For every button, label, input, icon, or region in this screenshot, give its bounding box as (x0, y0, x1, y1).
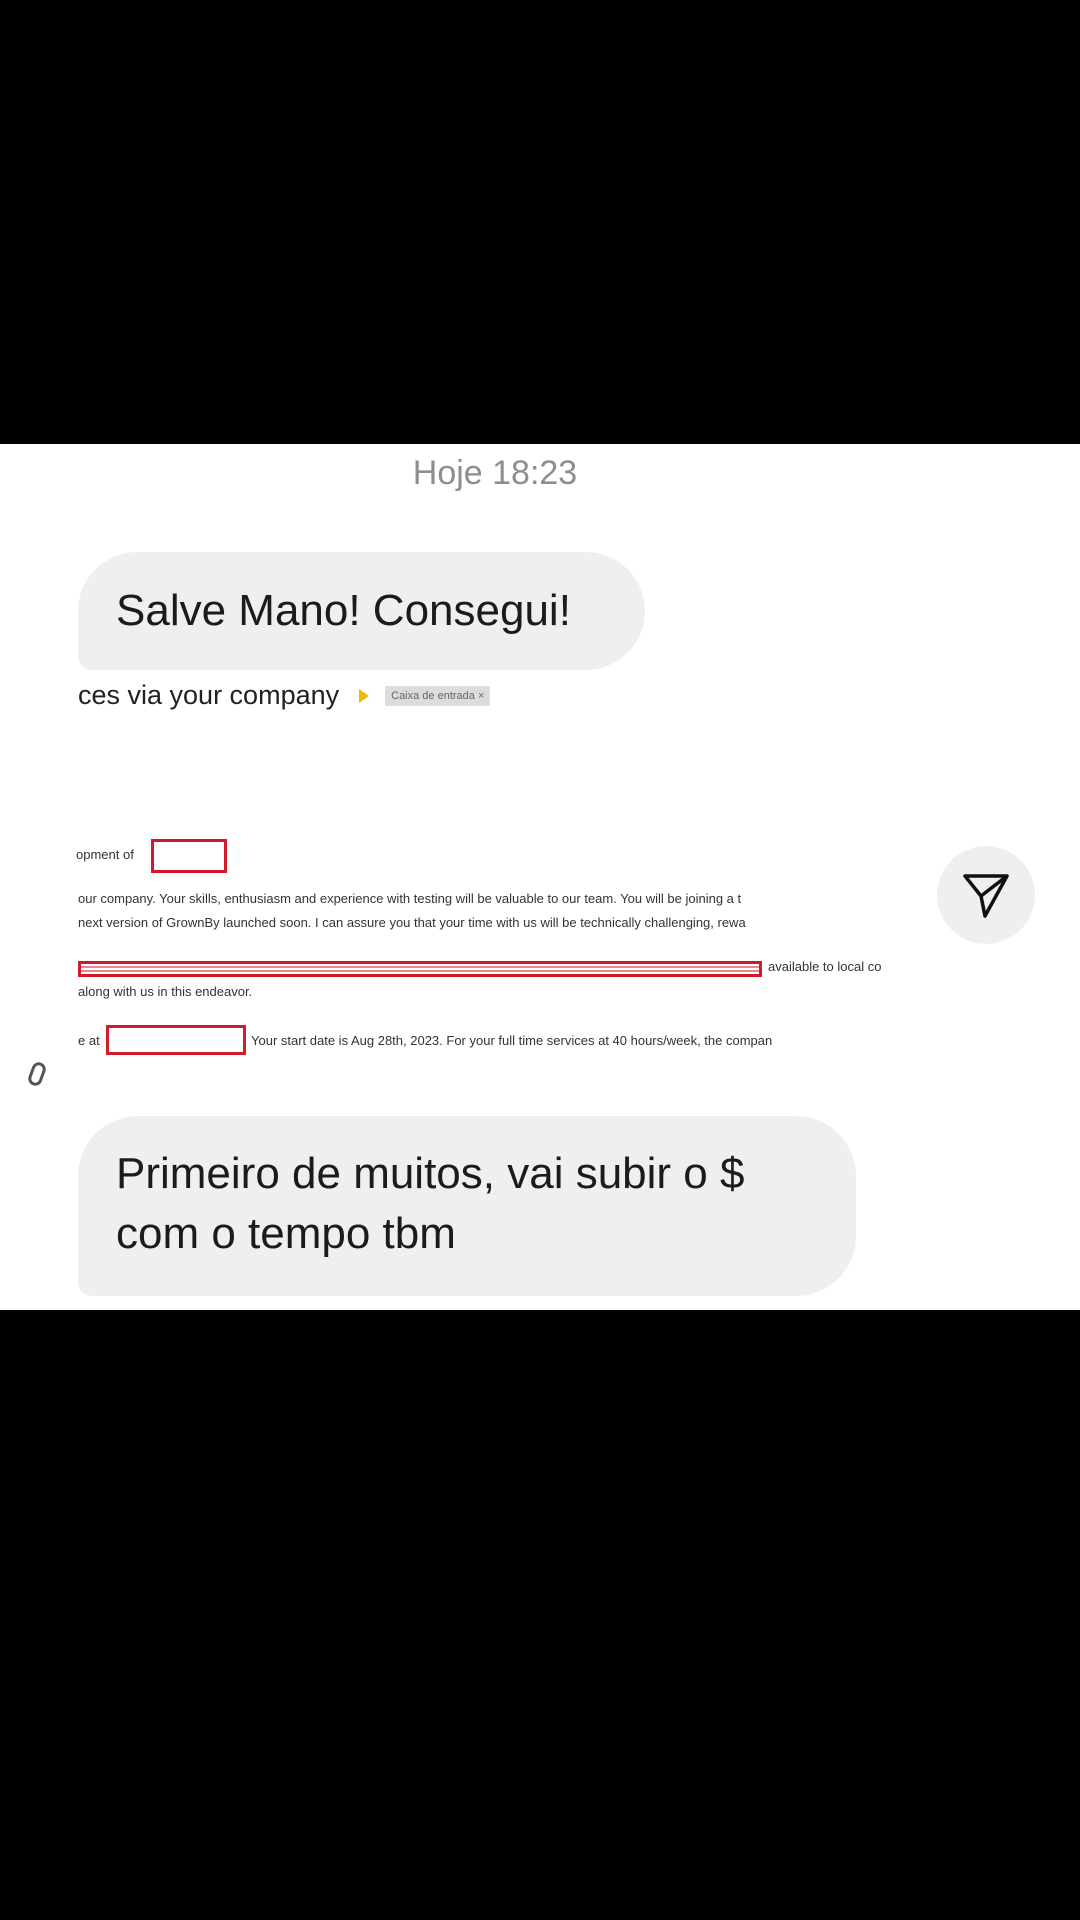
email-line: e at (78, 1033, 100, 1048)
email-line: next version of GrownBy launched soon. I… (78, 915, 746, 930)
inbox-label-chip: Caixa de entrada × (385, 685, 491, 706)
redaction-box (151, 839, 227, 873)
email-line: available to local co (768, 959, 882, 974)
redaction-bar (78, 961, 762, 977)
chat-thread: Hoje 18:23 Salve Mano! Consegui! ces via… (0, 444, 1080, 1310)
importance-arrow-icon (359, 688, 370, 703)
attachment-icon (26, 1060, 48, 1088)
email-line: our company. Your skills, enthusiasm and… (78, 891, 742, 906)
message-bubble[interactable]: Primeiro de muitos, vai subir o $ com o … (78, 1116, 856, 1296)
email-subject: ces via your company Caixa de entrada × (78, 680, 491, 711)
email-line: along with us in this endeavor. (78, 984, 253, 999)
shared-email-screenshot[interactable]: ces via your company Caixa de entrada × … (0, 680, 1080, 1105)
email-line: opment of (76, 847, 134, 862)
email-subject-text: ces via your company (78, 680, 340, 710)
email-line: Your start date is Aug 28th, 2023. For y… (251, 1033, 773, 1048)
message-bubble[interactable]: Salve Mano! Consegui! (78, 552, 645, 670)
redaction-box (106, 1025, 246, 1055)
message-timestamp: Hoje 18:23 (412, 454, 578, 492)
screen: Hoje 18:23 Salve Mano! Consegui! ces via… (0, 0, 1080, 1920)
share-button[interactable] (937, 846, 1035, 944)
paper-plane-icon (963, 874, 1009, 918)
